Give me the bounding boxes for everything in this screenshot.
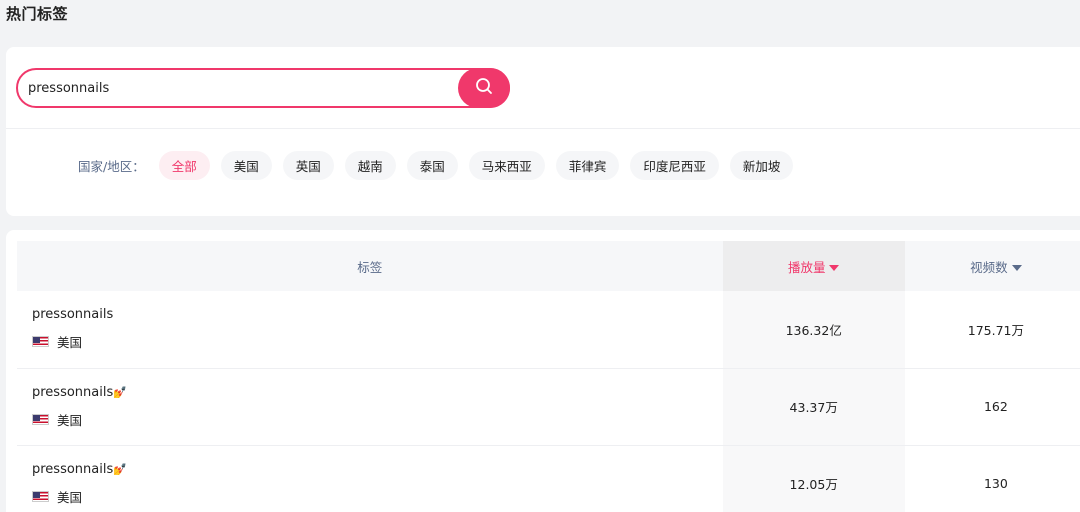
search-button[interactable] — [458, 68, 510, 108]
filter-card: 国家/地区： 全部 美国 英国 越南 泰国 马来西亚 菲律宾 印度尼西亚 新加坡 — [6, 47, 1080, 216]
region-chip-uk[interactable]: 英国 — [282, 150, 334, 180]
table-header-row: 标签 播放量 视频数 — [17, 241, 1080, 291]
tag-cell: pressonnails 美国 — [17, 291, 723, 369]
sort-desc-icon — [1011, 265, 1022, 271]
region-chip-malaysia[interactable]: 马来西亚 — [468, 150, 545, 180]
region-filter-label: 国家/地区： — [78, 158, 145, 174]
page-title: 热门标签 — [6, 5, 69, 23]
tag-country: 美国 — [32, 487, 723, 506]
tag-country: 美国 — [32, 410, 723, 429]
tag-name[interactable]: pressonnails — [32, 307, 723, 322]
us-flag-icon — [32, 336, 49, 348]
region-chip-vietnam[interactable]: 越南 — [344, 150, 396, 180]
us-flag-icon — [32, 490, 49, 502]
videos-cell: 162 — [904, 368, 1080, 446]
region-chip-singapore[interactable]: 新加坡 — [729, 150, 794, 180]
tag-table-card: 标签 播放量 视频数 pressonnails 美国 136.32亿 175.7… — [6, 230, 1080, 512]
plays-cell: 136.32亿 — [722, 291, 905, 369]
search-input[interactable] — [18, 70, 448, 106]
region-filter: 国家/地区： 全部 美国 英国 越南 泰国 马来西亚 菲律宾 印度尼西亚 新加坡 — [78, 150, 804, 180]
plays-cell: 43.37万 — [722, 368, 905, 446]
videos-cell: 130 — [904, 445, 1080, 512]
region-chip-us[interactable]: 美国 — [220, 150, 272, 180]
tag-cell: pressonnails💅 美国 — [17, 368, 723, 446]
tag-table: 标签 播放量 视频数 pressonnails 美国 136.32亿 175.7… — [17, 241, 1080, 512]
search-box — [16, 68, 510, 108]
tag-cell: pressonnails💅 美国 — [17, 445, 723, 512]
tag-name[interactable]: pressonnails💅 — [32, 385, 723, 400]
region-chip-indonesia[interactable]: 印度尼西亚 — [630, 150, 719, 180]
search-icon — [475, 77, 493, 99]
column-header-videos[interactable]: 视频数 — [904, 241, 1080, 291]
divider — [6, 128, 1080, 129]
region-chip-philippines[interactable]: 菲律宾 — [555, 150, 620, 180]
region-chip-thailand[interactable]: 泰国 — [406, 150, 458, 180]
region-chip-all[interactable]: 全部 — [158, 150, 210, 180]
videos-cell: 175.71万 — [904, 291, 1080, 369]
table-row[interactable]: pressonnails💅 美国 12.05万 130 — [17, 445, 1080, 512]
tag-name[interactable]: pressonnails💅 — [32, 462, 723, 477]
table-row[interactable]: pressonnails💅 美国 43.37万 162 — [17, 368, 1080, 446]
column-header-plays[interactable]: 播放量 — [722, 241, 905, 291]
sort-desc-icon — [829, 265, 840, 271]
tag-country: 美国 — [32, 332, 723, 351]
column-header-tag: 标签 — [17, 241, 723, 291]
table-row[interactable]: pressonnails 美国 136.32亿 175.71万 — [17, 291, 1080, 369]
plays-cell: 12.05万 — [722, 445, 905, 512]
us-flag-icon — [32, 413, 49, 425]
